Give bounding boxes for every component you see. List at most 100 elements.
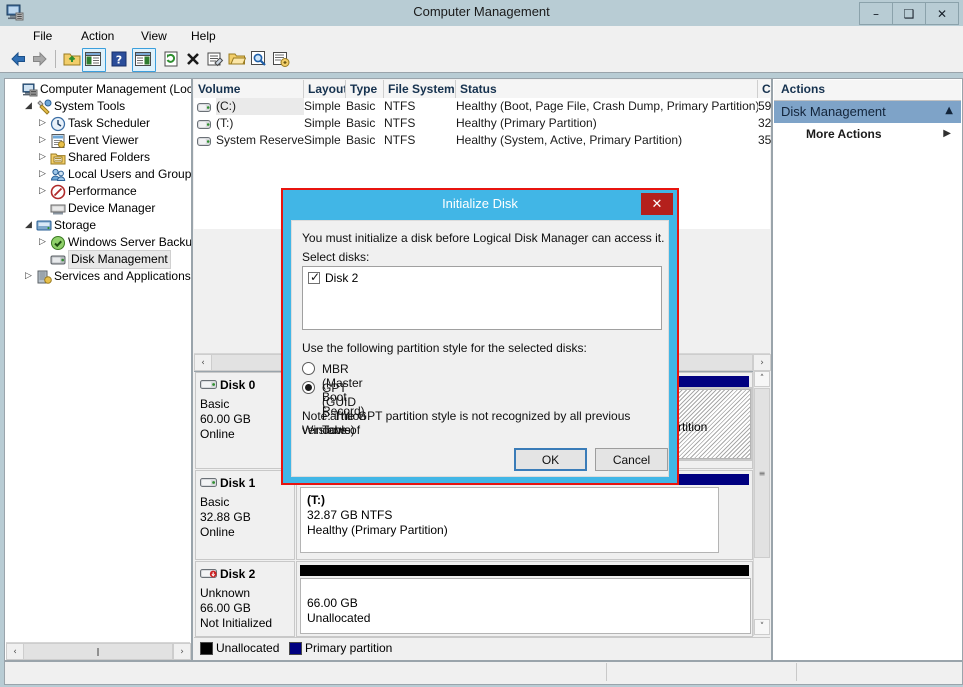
tree-item-label: Shared Folders: [68, 150, 151, 164]
tree-item-event-viewer[interactable]: ▷ Event Viewer: [5, 132, 189, 149]
back-arrow-icon[interactable]: [9, 50, 27, 68]
partition-block[interactable]: 66.00 GB Unallocated: [300, 578, 751, 634]
chevron-up-icon[interactable]: ▲: [945, 105, 953, 116]
local-users-icon: [50, 167, 66, 183]
disk-size: 32.88 GB: [200, 510, 251, 524]
actions-disk-management-item[interactable]: Disk Management ▲: [774, 101, 961, 123]
disk-view-scroll-down-button[interactable]: ˅: [754, 619, 770, 635]
collapse-triangle-icon[interactable]: ◢: [23, 217, 34, 234]
disk-icon: [200, 477, 217, 489]
column-header-filesystem[interactable]: File System: [384, 80, 456, 98]
disk-name: Disk 0: [220, 378, 256, 392]
disk-selection-list[interactable]: ✓ Disk 2: [302, 266, 662, 330]
help-icon[interactable]: ?: [110, 50, 128, 68]
partition-label-line: Unallocated: [307, 611, 371, 625]
volume-cell-filesystem: NTFS: [384, 133, 416, 147]
tree-item-disk-management[interactable]: Disk Management: [5, 250, 189, 269]
tree-scroll-right-button[interactable]: ›: [173, 643, 191, 660]
expand-triangle-icon[interactable]: ▷: [37, 234, 48, 251]
disk2-checkbox[interactable]: ✓: [308, 270, 320, 284]
disk-type: Basic: [200, 397, 230, 411]
tree-horizontal-scrollbar[interactable]: ‹ ‖ ›: [6, 642, 191, 660]
partition-block[interactable]: (T:) 32.87 GB NTFS Healthy (Primary Partit…: [300, 487, 719, 553]
disk-list-item-disk2[interactable]: ✓ Disk 2: [308, 270, 358, 285]
tree-item-label: Computer Management (Local: [40, 82, 192, 96]
volume-row[interactable]: System Reserved Simple Basic NTFS Healthy (S…: [194, 132, 771, 149]
expand-triangle-icon[interactable]: ▷: [23, 268, 34, 285]
expand-triangle-icon[interactable]: ▷: [37, 183, 48, 200]
tree-item-device-manager[interactable]: Device Manager: [5, 200, 189, 217]
minimize-button[interactable]: –: [859, 2, 893, 25]
column-header-status[interactable]: Status: [456, 80, 758, 98]
partition-color-bar: [300, 565, 749, 576]
volume-row[interactable]: (T:) Simple Basic NTFS Healthy (Primary Part…: [194, 115, 771, 132]
column-header-layout[interactable]: Layout: [304, 80, 346, 98]
forward-arrow-icon[interactable]: [31, 50, 49, 68]
tree-item-system-tools[interactable]: ◢ System Tools: [5, 98, 189, 115]
menu-action[interactable]: Action: [76, 29, 119, 44]
expand-triangle-icon[interactable]: ▷: [37, 132, 48, 149]
find-icon[interactable]: [250, 50, 268, 68]
gpt-radio-button[interactable]: [302, 381, 315, 394]
refresh-icon[interactable]: [162, 50, 180, 68]
volume-row[interactable]: (C:) Simple Basic NTFS Healthy (Boot, Page F…: [194, 98, 771, 115]
menu-view[interactable]: View: [136, 29, 172, 44]
disk-info-panel[interactable]: Disk 0 Basic 60.00 GB Online: [195, 372, 295, 469]
tree-item-services-and-applications[interactable]: ▷ Services and Applications: [5, 268, 191, 285]
properties-icon[interactable]: [206, 50, 224, 68]
mbr-radio-button[interactable]: [302, 362, 315, 375]
svg-text:?: ?: [116, 54, 122, 67]
collapse-triangle-icon[interactable]: ◢: [23, 98, 34, 115]
expand-triangle-icon[interactable]: ▷: [37, 149, 48, 166]
tree-item-label: Services and Applications: [54, 269, 191, 283]
volume-scroll-right-button[interactable]: ›: [753, 354, 771, 371]
cancel-button[interactable]: Cancel: [595, 448, 668, 471]
up-folder-icon[interactable]: [63, 50, 81, 68]
delete-icon[interactable]: [184, 50, 202, 68]
disk-state: Not Initialized: [200, 616, 273, 630]
tree-item-shared-folders[interactable]: ▷ Shared Folders: [5, 149, 189, 166]
disk-view-scroll-thumb[interactable]: ≡: [754, 388, 770, 558]
disk-icon: [200, 379, 217, 391]
open-folder-icon[interactable]: [228, 50, 246, 68]
disk-info-panel[interactable]: Disk 1 Basic 32.88 GB Online: [195, 470, 295, 560]
volume-icon: [197, 118, 211, 129]
dialog-intro-text: You must initialize a disk before Logica…: [302, 231, 665, 245]
menu-file[interactable]: File: [28, 29, 57, 44]
status-panel-3: [796, 663, 960, 681]
tree-scroll-thumb[interactable]: ‖: [23, 643, 173, 660]
tree-scroll-left-button[interactable]: ‹: [6, 643, 24, 660]
partition-label-line: 32.87 GB NTFS: [307, 508, 393, 522]
dialog-close-button[interactable]: ✕: [641, 193, 673, 215]
disk-state: Online: [200, 525, 235, 539]
ok-button[interactable]: OK: [514, 448, 587, 471]
show-hide-console-tree-icon[interactable]: [84, 50, 102, 68]
rescan-disks-icon[interactable]: [272, 50, 290, 68]
column-header-type[interactable]: Type: [346, 80, 384, 98]
tree-item-label: Disk Management: [68, 250, 171, 269]
tree-item-task-scheduler[interactable]: ▷ Task Scheduler: [5, 115, 189, 132]
column-header-volume[interactable]: Volume: [194, 80, 304, 98]
tree-item-computer-management-local[interactable]: Computer Management (Local: [5, 81, 192, 98]
close-button[interactable]: ✕: [925, 2, 959, 25]
partition-label-line: (T:): [307, 493, 325, 507]
tree-item-storage[interactable]: ◢ Storage: [5, 217, 189, 234]
expand-triangle-icon[interactable]: ▷: [37, 166, 48, 183]
show-hide-action-pane-icon[interactable]: [134, 50, 152, 68]
expand-triangle-icon[interactable]: ▷: [37, 115, 48, 132]
disk-info-panel[interactable]: Disk 2 Unknown 66.00 GB Not Initialized: [195, 561, 295, 637]
volume-scroll-left-button[interactable]: ‹: [194, 354, 212, 371]
chevron-right-icon[interactable]: ▶: [943, 128, 951, 139]
gpt-note-line2: Windows.: [302, 423, 355, 437]
tree-item-performance[interactable]: ▷ Performance: [5, 183, 189, 200]
tree-item-windows-server-backup[interactable]: ▷ Windows Server Backup: [5, 234, 191, 251]
disk-view-scroll-up-button[interactable]: ˄: [754, 371, 770, 387]
column-header-capacity[interactable]: C: [758, 80, 771, 98]
tree-item-local-users-and-groups[interactable]: ▷ Local Users and Groups: [5, 166, 191, 183]
maximize-button[interactable]: ❑: [892, 2, 926, 25]
status-panel-1: [6, 663, 607, 681]
partition-style-label: Use the following partition style for th…: [302, 341, 587, 355]
disk-view-vertical-scrollbar[interactable]: ˄ ≡ ˅: [753, 371, 770, 636]
menu-help[interactable]: Help: [186, 29, 221, 44]
actions-more-actions-item[interactable]: More Actions ▶: [774, 124, 961, 146]
